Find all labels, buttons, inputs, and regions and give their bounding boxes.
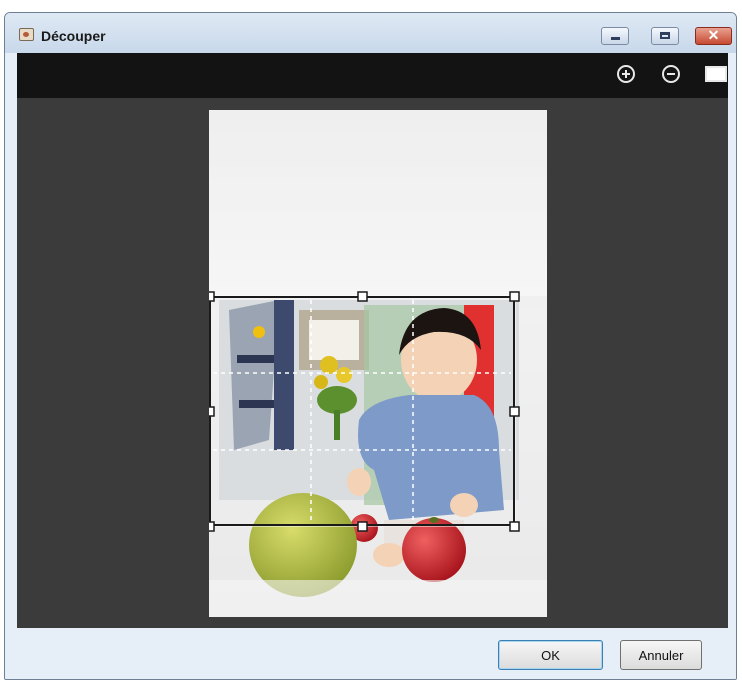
crop-handle-bottom[interactable] (357, 521, 368, 532)
crop-handle-right[interactable] (509, 406, 520, 417)
ok-button[interactable]: OK (498, 640, 603, 670)
crop-handle-top-left[interactable] (209, 291, 215, 302)
title-bar[interactable]: Découper ✕ (5, 13, 736, 53)
zoom-in-icon[interactable] (617, 65, 635, 83)
maximize-button[interactable] (651, 27, 679, 45)
dialog-footer: OK Annuler (5, 628, 736, 679)
photo-image (209, 110, 547, 617)
cancel-button[interactable]: Annuler (620, 640, 702, 670)
crop-handle-top-right[interactable] (509, 291, 520, 302)
crop-canvas (17, 98, 728, 628)
crop-handle-left[interactable] (209, 406, 215, 417)
crop-handle-bottom-right[interactable] (509, 521, 520, 532)
minimize-button[interactable] (601, 27, 629, 45)
app-icon (19, 28, 34, 41)
photo-preview (209, 110, 547, 617)
window-title: Découper (41, 28, 106, 44)
zoom-out-icon[interactable] (662, 65, 680, 83)
crop-handle-bottom-left[interactable] (209, 521, 215, 532)
toolbar (17, 53, 728, 98)
close-icon: ✕ (707, 27, 720, 43)
fit-window-icon[interactable] (705, 66, 727, 82)
crop-handle-top[interactable] (357, 291, 368, 302)
close-button[interactable]: ✕ (695, 27, 732, 45)
crop-dialog: Découper ✕ OK Annuler (4, 12, 737, 680)
